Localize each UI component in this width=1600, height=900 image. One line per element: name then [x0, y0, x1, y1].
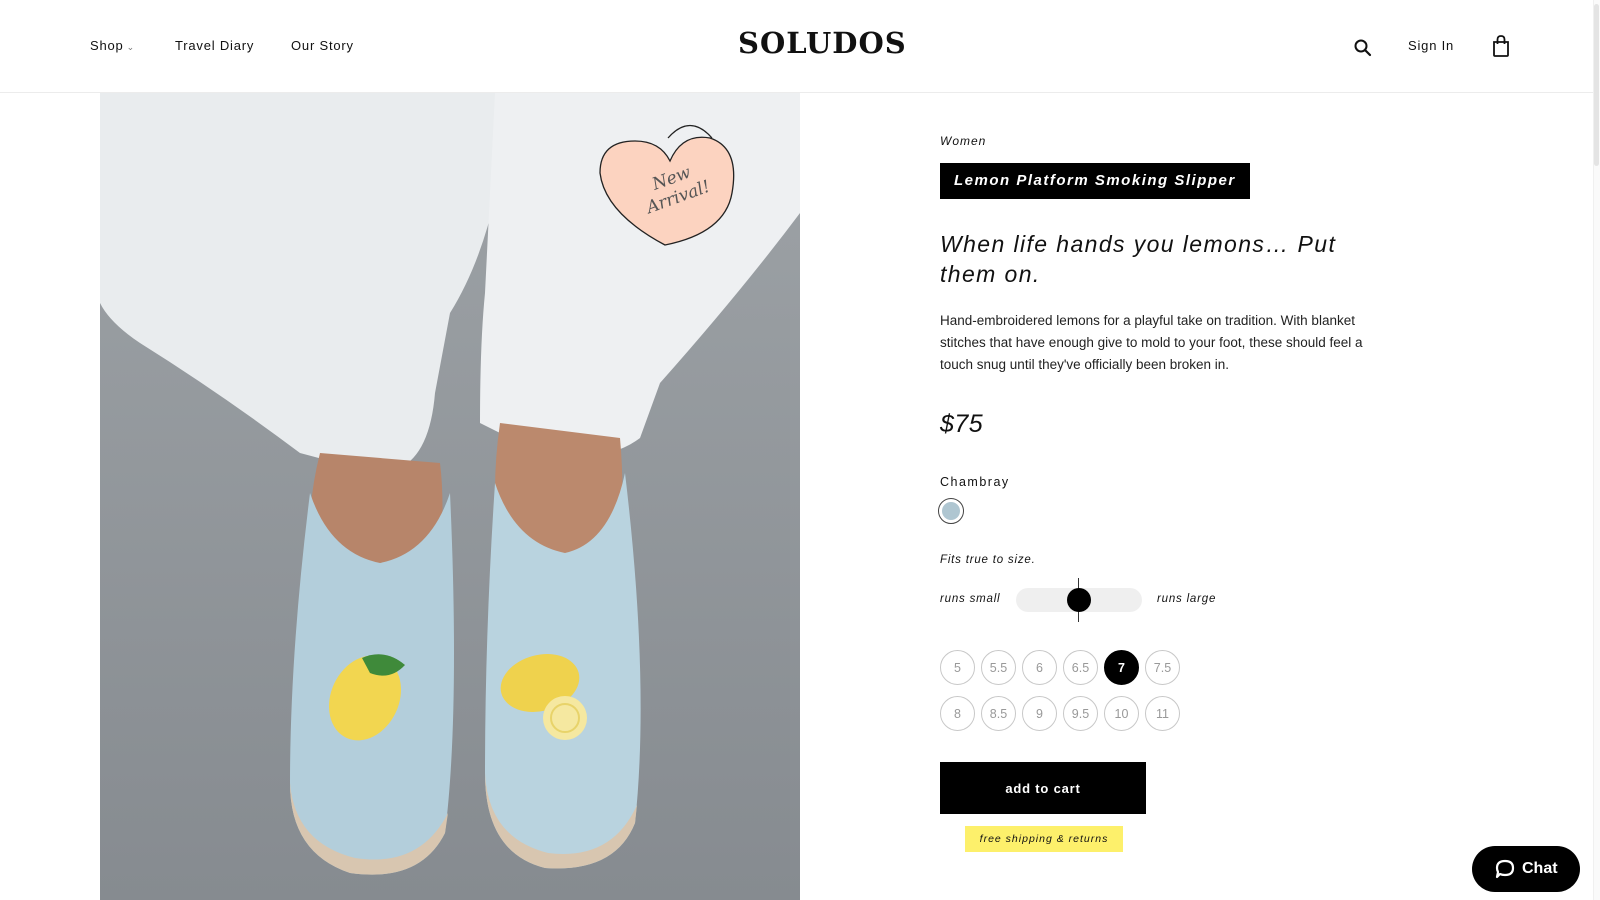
color-swatch-chambray[interactable]: [938, 498, 964, 524]
nav-our-story[interactable]: Our Story: [291, 38, 354, 53]
product-price: $75: [940, 410, 984, 438]
product-photo-illustration: [100, 93, 800, 900]
site-header: Shop ⌄ Travel Diary Our Story SOLUDOS Sig…: [0, 0, 1600, 93]
chat-bubble-icon: [1495, 859, 1515, 879]
size-option[interactable]: 6: [1022, 650, 1057, 685]
product-title: Lemon Platform Smoking Slipper: [940, 163, 1250, 199]
size-option[interactable]: 10: [1104, 696, 1139, 731]
nav-shop[interactable]: Shop ⌄: [90, 38, 135, 53]
scrollbar-thumb[interactable]: [1594, 4, 1599, 166]
fit-note: Fits true to size.: [940, 554, 1036, 566]
fit-scale-indicator: [1067, 588, 1091, 612]
size-option[interactable]: 6.5: [1063, 650, 1098, 685]
size-option[interactable]: 5.5: [981, 650, 1016, 685]
product-description: Hand-embroidered lemons for a playful ta…: [940, 313, 1363, 372]
fit-max-label: runs large: [1157, 593, 1217, 605]
sign-in-link[interactable]: Sign In: [1408, 38, 1454, 53]
size-option[interactable]: 9.5: [1063, 696, 1098, 731]
size-option[interactable]: 7.5: [1145, 650, 1180, 685]
product-category[interactable]: Women: [940, 134, 986, 148]
chat-button[interactable]: Chat: [1472, 846, 1580, 892]
search-icon[interactable]: [1353, 38, 1373, 58]
free-shipping-badge: free shipping & returns: [965, 826, 1123, 852]
size-selector: 5 5.5 6 6.5 7 7.5 8 8.5 9 9.5 10 11: [940, 650, 1190, 731]
size-option[interactable]: 8: [940, 696, 975, 731]
add-to-cart-button[interactable]: add to cart: [940, 762, 1146, 814]
size-option[interactable]: 11: [1145, 696, 1180, 731]
chevron-down-icon: ⌄: [126, 42, 135, 52]
scrollbar[interactable]: [1593, 0, 1600, 900]
color-name: Chambray: [940, 475, 1010, 489]
color-swatch-fill: [942, 502, 960, 520]
size-option[interactable]: 8.5: [981, 696, 1016, 731]
chat-label: Chat: [1522, 860, 1558, 877]
size-option[interactable]: 5: [940, 650, 975, 685]
size-option[interactable]: 7: [1104, 650, 1139, 685]
site-logo[interactable]: SOLUDOS: [738, 26, 907, 60]
product-photo: New Arrival!: [100, 93, 800, 900]
nav-shop-label: Shop: [90, 38, 124, 53]
product-tagline: When life hands you lemons… Put them on.: [940, 231, 1337, 287]
size-option[interactable]: 9: [1022, 696, 1057, 731]
fit-min-label: runs small: [940, 593, 1001, 605]
shopping-bag-icon[interactable]: [1490, 34, 1512, 58]
nav-travel-diary[interactable]: Travel Diary: [175, 38, 254, 53]
